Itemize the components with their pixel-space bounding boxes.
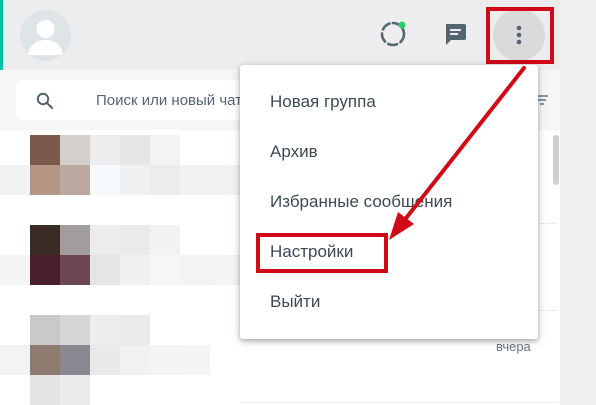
menu-dots-icon	[516, 25, 522, 45]
profile-avatar[interactable]	[20, 10, 71, 61]
menu-button[interactable]	[493, 9, 545, 61]
status-icon[interactable]	[376, 17, 410, 51]
search-input[interactable]	[96, 80, 256, 120]
scrollbar[interactable]	[553, 135, 559, 185]
chat-time-label: вчера	[496, 339, 531, 354]
context-menu: Новая группа Архив Избранные сообщения Н…	[240, 65, 538, 339]
menu-item-starred-messages[interactable]: Избранные сообщения	[240, 177, 538, 227]
search-icon	[36, 92, 54, 110]
menu-item-new-group[interactable]: Новая группа	[240, 77, 538, 127]
menu-item-archive[interactable]: Архив	[240, 127, 538, 177]
sidebar-header	[0, 0, 560, 70]
default-avatar-icon	[20, 10, 71, 61]
new-chat-icon[interactable]	[438, 17, 472, 51]
search-box[interactable]	[16, 80, 256, 120]
menu-item-logout[interactable]: Выйти	[240, 277, 538, 327]
divider	[240, 402, 558, 403]
menu-item-settings[interactable]: Настройки	[240, 227, 538, 277]
conversation-pane-edge	[560, 0, 596, 405]
